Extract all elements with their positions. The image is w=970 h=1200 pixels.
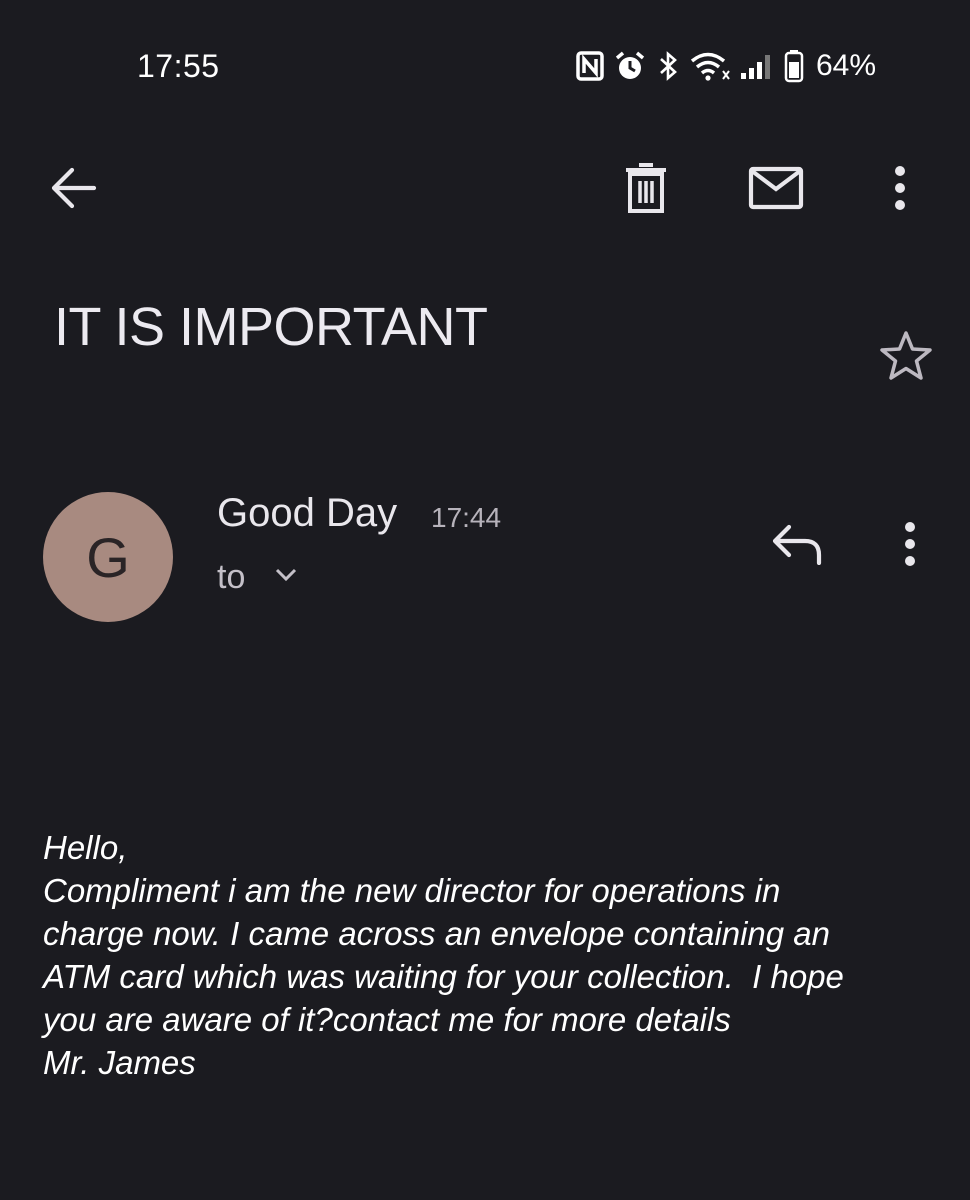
battery-icon [784, 49, 804, 83]
trash-icon [624, 162, 668, 219]
chevron-down-icon [275, 568, 297, 587]
more-vert-icon [893, 165, 907, 216]
message-more-button[interactable] [890, 518, 930, 574]
mark-unread-button[interactable] [744, 160, 808, 220]
email-subject: IT IS IMPORTANT [54, 297, 488, 357]
body-line: Mr. James [43, 1044, 196, 1081]
delete-button[interactable] [616, 160, 676, 220]
sender-avatar[interactable]: G [43, 492, 173, 622]
star-button[interactable] [876, 328, 936, 388]
recipients-label: to [217, 558, 246, 596]
star-icon [878, 329, 934, 388]
battery-percent: 64% [816, 49, 877, 82]
back-button[interactable] [44, 160, 104, 220]
sender-time: 17:44 [431, 502, 502, 533]
avatar-initial: G [86, 525, 130, 589]
body-line: ATM card which was waiting for your coll… [43, 958, 844, 995]
status-time: 17:55 [137, 48, 220, 84]
body-line: Hello, [43, 829, 128, 866]
reply-button[interactable] [766, 518, 830, 574]
signal-icon [740, 51, 774, 81]
body-line: Compliment i am the new director for ope… [43, 872, 781, 909]
body-line: you are aware of it?contact me for more … [43, 1001, 731, 1038]
bluetooth-icon [656, 50, 680, 82]
more-vert-icon [903, 521, 917, 572]
body-line: charge now. I came across an envelope co… [43, 915, 831, 952]
more-options-button[interactable] [880, 160, 920, 220]
wifi-icon [690, 51, 730, 81]
recipients-toggle[interactable]: to [217, 558, 297, 597]
nfc-icon [576, 51, 604, 81]
reply-icon [771, 523, 825, 570]
email-screen: 17:55 64% IT IS IMPORTANT G Good Day 17:… [0, 0, 970, 1200]
back-arrow-icon [50, 166, 98, 215]
status-icons: 64% [576, 46, 876, 86]
alarm-icon [614, 50, 646, 82]
sender-name: Good Day [217, 491, 398, 535]
email-body: Hello, Compliment i am the new director … [43, 826, 943, 1084]
mail-icon [748, 166, 804, 215]
